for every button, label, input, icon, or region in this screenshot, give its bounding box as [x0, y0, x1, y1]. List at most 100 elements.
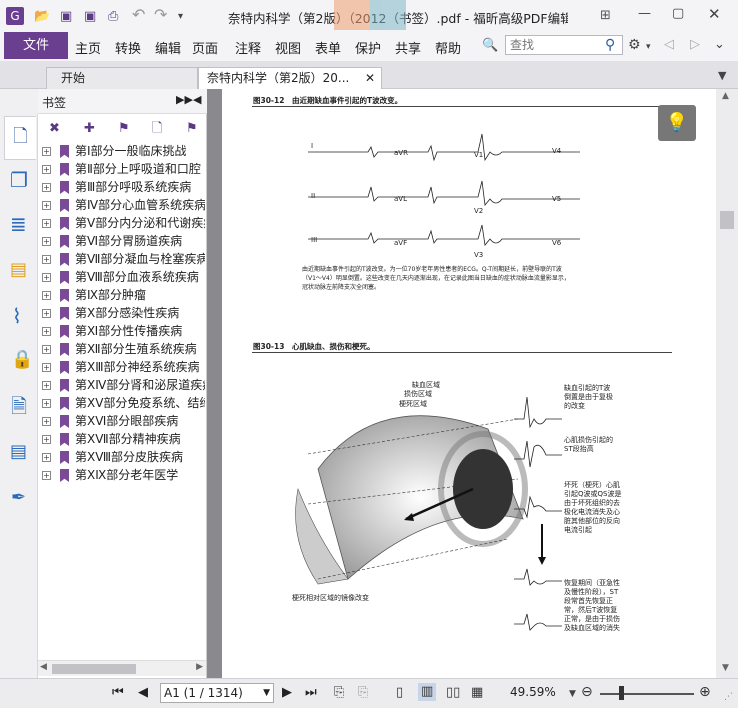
tab-document[interactable]: 奈特内科学（第2版）20... ✕: [198, 67, 382, 89]
expand-toggle-icon[interactable]: +: [42, 219, 51, 228]
bookmark-item[interactable]: + 第Ⅲ部分呼吸系统疾病: [42, 178, 205, 196]
expand-toggle-icon[interactable]: +: [42, 417, 51, 426]
continuous-facing-view-icon[interactable]: ▦: [471, 685, 483, 701]
minimize-icon[interactable]: —: [638, 6, 651, 22]
resize-grip-icon[interactable]: ⋰: [724, 689, 733, 705]
file-menu-button[interactable]: 文件: [4, 32, 68, 59]
panel-collapse-icon[interactable]: ◀: [193, 93, 201, 106]
zoom-slider-track[interactable]: [600, 693, 694, 695]
signature-panel-icon[interactable]: ✒: [11, 489, 26, 507]
bookmark-item[interactable]: + 第ⅩⅦ部分精神疾病: [42, 430, 205, 448]
panel-expand-icon[interactable]: ▶▶: [176, 93, 193, 106]
comments-panel-icon[interactable]: ▤: [10, 261, 27, 279]
bookmark-item[interactable]: + 第Ⅴ部分内分泌和代谢疾病: [42, 214, 205, 232]
layout-icon[interactable]: ⊞: [600, 8, 611, 24]
expand-toggle-icon[interactable]: +: [42, 147, 51, 156]
facing-view-icon[interactable]: ▯▯: [446, 685, 460, 701]
expand-toggle-icon[interactable]: +: [42, 363, 51, 372]
zoom-dropdown-icon[interactable]: ▼: [569, 686, 576, 702]
fit-page-icon[interactable]: ⎘: [334, 685, 344, 701]
page-number-field[interactable]: A1 (1 / 1314) ▼: [160, 683, 274, 703]
save-icon[interactable]: ▣: [60, 9, 72, 25]
tab-list-dropdown-icon[interactable]: ▼: [718, 68, 726, 84]
add-child-bookmark-icon[interactable]: ⚑: [118, 121, 130, 137]
bookmark-item[interactable]: + 第ⅩⅨ部分老年医学: [42, 466, 205, 484]
bookmark-item[interactable]: + 第Ⅻ部分生殖系统疾病: [42, 340, 205, 358]
open-folder-icon[interactable]: 📂: [34, 9, 50, 25]
bookmark-item[interactable]: + 第Ⅸ部分肿瘤: [42, 286, 205, 304]
bookmark-item[interactable]: + 第Ⅵ部分胃肠道疾病: [42, 232, 205, 250]
expand-toggle-icon[interactable]: +: [42, 309, 51, 318]
last-page-icon[interactable]: ⏭: [305, 685, 317, 701]
menu-comment[interactable]: 注释: [235, 38, 261, 57]
menu-form[interactable]: 表单: [315, 38, 341, 57]
document-vscroll-thumb[interactable]: [720, 211, 734, 229]
zoom-out-icon[interactable]: ⊖: [581, 684, 593, 700]
customize-dropdown-icon[interactable]: ▾: [178, 9, 183, 25]
menu-share[interactable]: 共享: [395, 38, 421, 57]
sidebar-horizontal-scrollbar[interactable]: ◀ ▶: [38, 660, 206, 676]
attachments-panel-icon[interactable]: ⌇: [12, 306, 22, 326]
fit-width-icon[interactable]: ⎘: [358, 685, 368, 701]
expand-toggle-icon[interactable]: +: [42, 273, 51, 282]
expand-toggle-icon[interactable]: +: [42, 399, 51, 408]
expand-toggle-icon[interactable]: +: [42, 165, 51, 174]
layers-panel-icon[interactable]: ≣: [10, 214, 27, 234]
bookmark-item[interactable]: + 第Ⅺ部分性传播疾病: [42, 322, 205, 340]
previous-page-icon[interactable]: ◀: [138, 685, 148, 701]
expand-toggle-icon[interactable]: +: [42, 255, 51, 264]
expand-toggle-icon[interactable]: +: [42, 327, 51, 336]
delete-bookmark-icon[interactable]: ✖: [49, 121, 60, 137]
expand-toggle-icon[interactable]: +: [42, 291, 51, 300]
ribbon-toggle-icon[interactable]: ⌄: [714, 37, 725, 53]
save-as-icon[interactable]: ▣: [84, 9, 96, 25]
expand-toggle-icon[interactable]: +: [42, 471, 51, 480]
bookmark-item[interactable]: + 第ⅩⅤ部分免疫系统、结缔组织: [42, 394, 205, 412]
document-properties-icon[interactable]: 🗎: [11, 396, 27, 416]
settings-gear-icon[interactable]: ⚙: [628, 37, 641, 53]
bookmark-item[interactable]: + 第Ⅹ部分感染性疾病: [42, 304, 205, 322]
zoom-in-icon[interactable]: ⊕: [699, 684, 711, 700]
bookmark-item[interactable]: + 第Ⅳ部分心血管系统疾病: [42, 196, 205, 214]
expand-toggle-icon[interactable]: +: [42, 201, 51, 210]
bookmarks-panel-icon[interactable]: 🗋: [4, 116, 36, 160]
next-page-icon[interactable]: ▶: [282, 685, 292, 701]
bookmark-item[interactable]: + 第Ⅱ部分上呼吸道和口腔: [42, 160, 205, 178]
nav-forward-icon[interactable]: ▷: [690, 37, 700, 53]
bookmark-item[interactable]: + 第ⅩⅥ部分眼部疾病: [42, 412, 205, 430]
menu-convert[interactable]: 转换: [115, 38, 141, 57]
expand-toggle-icon[interactable]: +: [42, 435, 51, 444]
tab-close-icon[interactable]: ✕: [365, 68, 375, 88]
menu-edit[interactable]: 编辑: [155, 38, 181, 57]
add-bookmark-icon[interactable]: ✚: [84, 121, 95, 137]
new-bookmark-file-icon[interactable]: 🗋: [152, 121, 162, 137]
sidebar-hscroll-thumb[interactable]: [52, 664, 136, 674]
expand-toggle-icon[interactable]: +: [42, 381, 51, 390]
bookmark-properties-icon[interactable]: ⚑: [186, 121, 198, 137]
print-icon[interactable]: ⎙: [108, 9, 118, 25]
first-page-icon[interactable]: ⏮: [112, 685, 124, 701]
maximize-icon[interactable]: ▢: [672, 6, 684, 22]
menu-help[interactable]: 帮助: [435, 38, 461, 57]
tip-lightbulb-icon[interactable]: 💡: [658, 105, 696, 141]
expand-toggle-icon[interactable]: +: [42, 183, 51, 192]
menu-view[interactable]: 视图: [275, 38, 301, 57]
document-vertical-scrollbar[interactable]: ▲ ▼: [716, 89, 738, 678]
bookmark-item[interactable]: + 第Ⅰ部分一般临床挑战: [42, 142, 205, 160]
security-lock-icon[interactable]: 🔒: [11, 351, 33, 369]
pages-panel-icon[interactable]: ❐: [10, 170, 28, 190]
search-icon[interactable]: ⚲: [605, 37, 615, 53]
continuous-view-icon[interactable]: ▥: [418, 683, 437, 701]
form-fields-icon[interactable]: ▤: [10, 443, 27, 461]
nav-back-icon[interactable]: ◁: [664, 37, 674, 53]
undo-icon[interactable]: ↶: [132, 7, 145, 23]
menu-home[interactable]: 主页: [75, 38, 101, 57]
bookmark-item[interactable]: + 第Ⅶ部分凝血与栓塞疾病: [42, 250, 205, 268]
menu-protect[interactable]: 保护: [355, 38, 381, 57]
single-page-view-icon[interactable]: ▯: [396, 685, 403, 701]
find-folder-icon[interactable]: 🔍: [482, 38, 498, 54]
redo-icon[interactable]: ↷: [154, 7, 167, 23]
close-icon[interactable]: ✕: [708, 6, 721, 22]
expand-toggle-icon[interactable]: +: [42, 237, 51, 246]
page-dropdown-icon[interactable]: ▼: [263, 684, 270, 702]
